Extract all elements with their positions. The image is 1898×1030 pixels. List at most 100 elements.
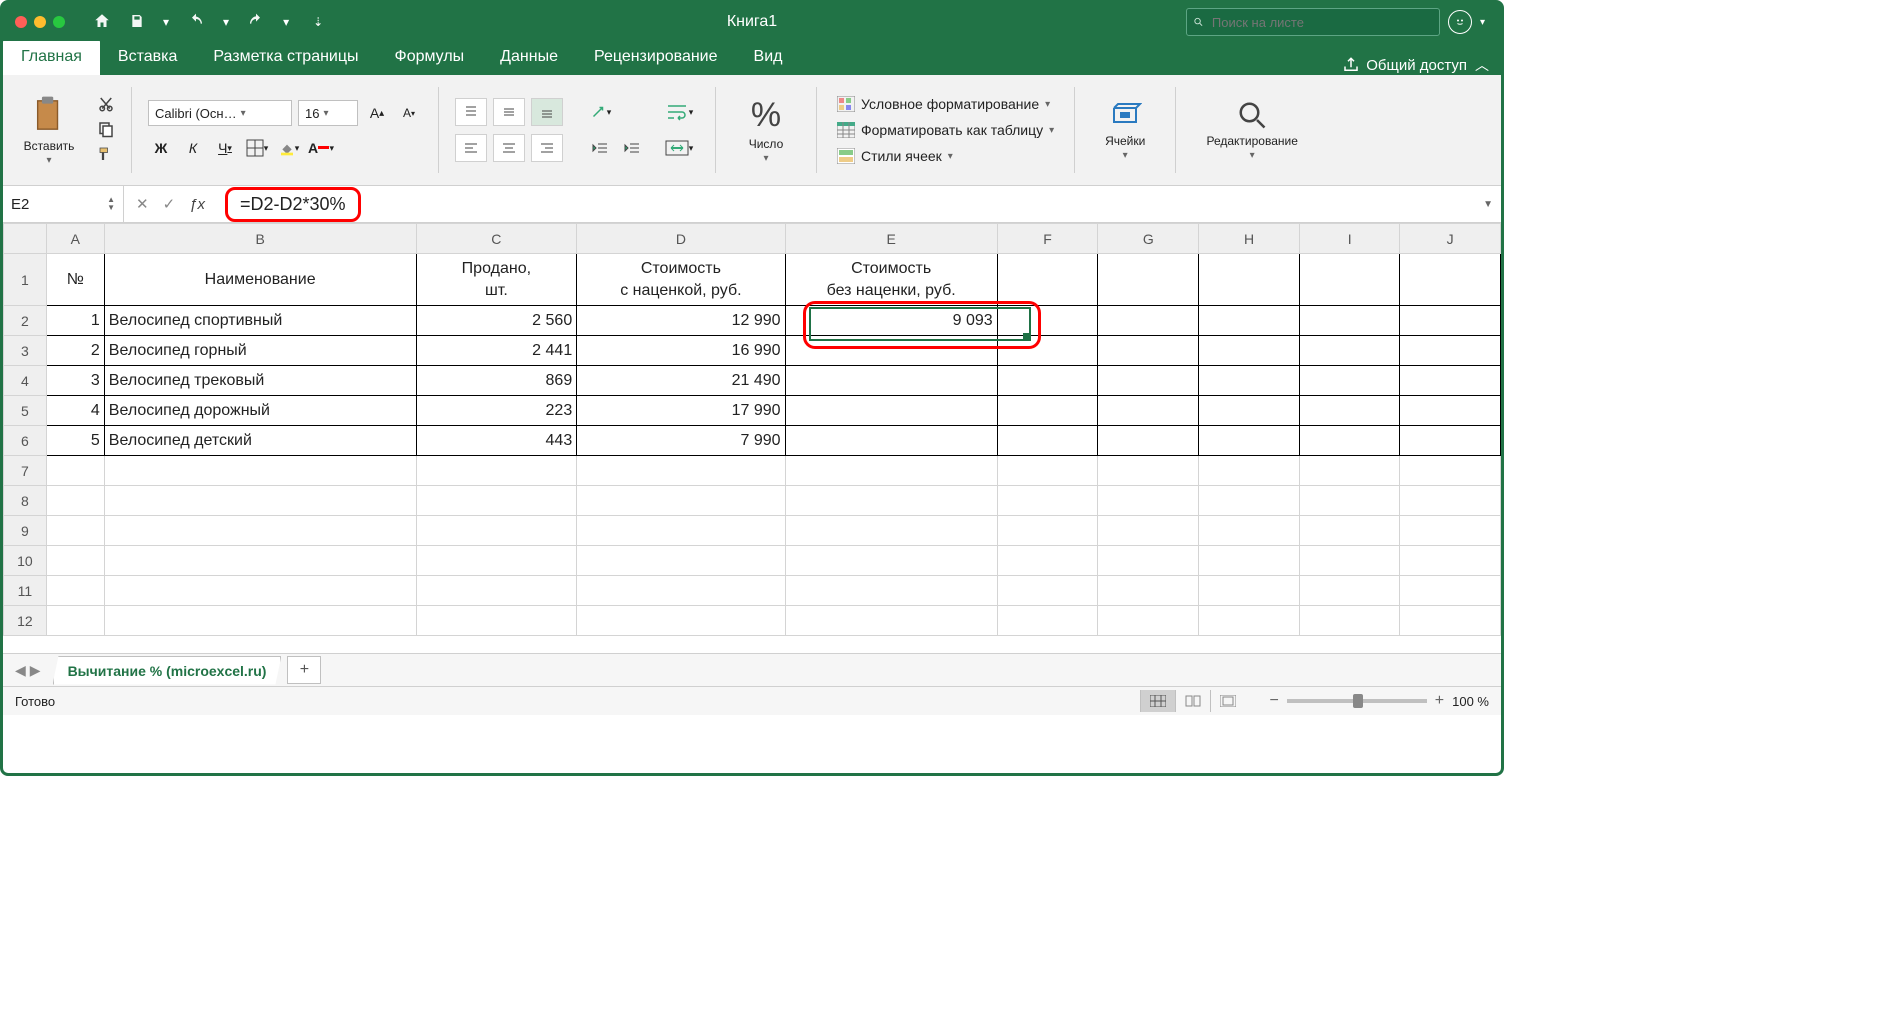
dropdown-icon[interactable]: ▾	[223, 15, 229, 29]
tab-page-layout[interactable]: Разметка страницы	[195, 39, 376, 75]
cancel-formula-icon[interactable]: ✕	[136, 195, 149, 213]
cell[interactable]: 2 441	[416, 336, 577, 366]
column-header[interactable]: C	[416, 224, 577, 254]
zoom-window-button[interactable]	[53, 16, 65, 28]
cell[interactable]: Продано, шт.	[416, 254, 577, 306]
cell-active[interactable]: 9 093	[785, 306, 997, 336]
cut-icon[interactable]	[97, 95, 115, 116]
zoom-slider[interactable]	[1287, 699, 1427, 703]
column-header[interactable]: E	[785, 224, 997, 254]
tab-data[interactable]: Данные	[482, 39, 576, 75]
dropdown-icon[interactable]: ▾	[1480, 17, 1485, 28]
conditional-formatting-button[interactable]: Условное форматирование▾	[833, 94, 1058, 114]
cell[interactable]: 12 990	[577, 306, 785, 336]
cell[interactable]: 3	[46, 366, 104, 396]
minimize-window-button[interactable]	[34, 16, 46, 28]
cell[interactable]	[785, 366, 997, 396]
row-header[interactable]: 3	[4, 336, 47, 366]
column-header[interactable]: B	[104, 224, 416, 254]
redo-icon[interactable]	[247, 13, 265, 32]
cell[interactable]: 223	[416, 396, 577, 426]
customize-toolbar-icon[interactable]: ⇣	[313, 15, 323, 29]
editing-group[interactable]: Редактирование ▾	[1192, 79, 1312, 181]
home-icon[interactable]	[93, 12, 111, 33]
column-header[interactable]: A	[46, 224, 104, 254]
sheet-prev-icon[interactable]: ◀	[15, 662, 26, 679]
cell[interactable]: 16 990	[577, 336, 785, 366]
undo-icon[interactable]	[187, 13, 205, 32]
decrease-indent-icon[interactable]	[587, 136, 613, 160]
page-layout-view-icon[interactable]	[1175, 690, 1210, 712]
row-header[interactable]: 7	[4, 456, 47, 486]
cell[interactable]: Стоимость с наценкой, руб.	[577, 254, 785, 306]
cell[interactable]: Велосипед горный	[104, 336, 416, 366]
format-painter-icon[interactable]	[97, 145, 115, 166]
cell[interactable]: 17 990	[577, 396, 785, 426]
row-header[interactable]: 1	[4, 254, 47, 306]
tab-review[interactable]: Рецензирование	[576, 39, 736, 75]
sheet-search-input[interactable]	[1186, 8, 1440, 36]
cell[interactable]	[785, 426, 997, 456]
accept-formula-icon[interactable]: ✓	[163, 195, 176, 213]
cell[interactable]: Велосипед спортивный	[104, 306, 416, 336]
font-color-button[interactable]: A▾	[308, 136, 334, 160]
align-top-icon[interactable]	[455, 98, 487, 126]
font-name-select[interactable]: Calibri (Осн…▾	[148, 100, 292, 126]
close-window-button[interactable]	[15, 16, 27, 28]
cell[interactable]	[785, 396, 997, 426]
cell[interactable]: 2 560	[416, 306, 577, 336]
column-header[interactable]: G	[1098, 224, 1199, 254]
row-header[interactable]: 12	[4, 606, 47, 636]
borders-button[interactable]: ▾	[244, 136, 270, 160]
select-all-cell[interactable]	[4, 224, 47, 254]
orientation-icon[interactable]: ▾	[587, 100, 613, 124]
format-as-table-button[interactable]: Форматировать как таблицу▾	[833, 120, 1058, 140]
cell[interactable]: Наименование	[104, 254, 416, 306]
cell[interactable]: Велосипед детский	[104, 426, 416, 456]
align-middle-icon[interactable]	[493, 98, 525, 126]
align-bottom-icon[interactable]	[531, 98, 563, 126]
tab-view[interactable]: Вид	[736, 39, 801, 75]
share-button[interactable]: Общий доступ	[1342, 56, 1467, 74]
row-header[interactable]: 4	[4, 366, 47, 396]
wrap-text-icon[interactable]: ▾	[659, 100, 699, 124]
name-box[interactable]: E2 ▲▼	[3, 186, 124, 222]
feedback-icon[interactable]	[1448, 10, 1472, 34]
cell[interactable]: 4	[46, 396, 104, 426]
row-header[interactable]: 5	[4, 396, 47, 426]
fill-color-button[interactable]: ▾	[276, 136, 302, 160]
fx-icon[interactable]: ƒx	[189, 196, 205, 213]
zoom-out-button[interactable]: −	[1269, 692, 1278, 710]
page-break-view-icon[interactable]	[1210, 690, 1245, 712]
align-left-icon[interactable]	[455, 134, 487, 162]
cell[interactable]	[785, 336, 997, 366]
increase-indent-icon[interactable]	[619, 136, 645, 160]
cell[interactable]: 2	[46, 336, 104, 366]
cell[interactable]: 21 490	[577, 366, 785, 396]
cell[interactable]: 869	[416, 366, 577, 396]
cell[interactable]: 5	[46, 426, 104, 456]
column-header[interactable]: F	[997, 224, 1098, 254]
decrease-font-icon[interactable]: A▾	[396, 101, 422, 125]
underline-button[interactable]: Ч▾	[212, 136, 238, 160]
bold-button[interactable]: Ж	[148, 136, 174, 160]
row-header[interactable]: 6	[4, 426, 47, 456]
cells-group[interactable]: Ячейки ▾	[1091, 79, 1159, 181]
sheet-tab[interactable]: Вычитание % (microexcel.ru)	[53, 656, 282, 685]
cell[interactable]: Велосипед дорожный	[104, 396, 416, 426]
column-header[interactable]: I	[1299, 224, 1399, 254]
paste-button[interactable]: Вставить	[24, 139, 75, 153]
dropdown-icon[interactable]: ▾	[283, 15, 289, 29]
column-header[interactable]: D	[577, 224, 785, 254]
save-icon[interactable]	[129, 13, 145, 32]
tab-insert[interactable]: Вставка	[100, 39, 195, 75]
spreadsheet-grid[interactable]: A B C D E F G H I J 1 № Наименование Про…	[3, 223, 1501, 653]
number-group[interactable]: % Число ▾	[732, 79, 800, 181]
dropdown-icon[interactable]: ▾	[46, 155, 51, 166]
cell[interactable]: Стоимость без наценки, руб.	[785, 254, 997, 306]
add-sheet-button[interactable]: +	[287, 656, 321, 684]
align-right-icon[interactable]	[531, 134, 563, 162]
cell[interactable]: Велосипед трековый	[104, 366, 416, 396]
cell[interactable]: 7 990	[577, 426, 785, 456]
tab-formulas[interactable]: Формулы	[377, 39, 483, 75]
